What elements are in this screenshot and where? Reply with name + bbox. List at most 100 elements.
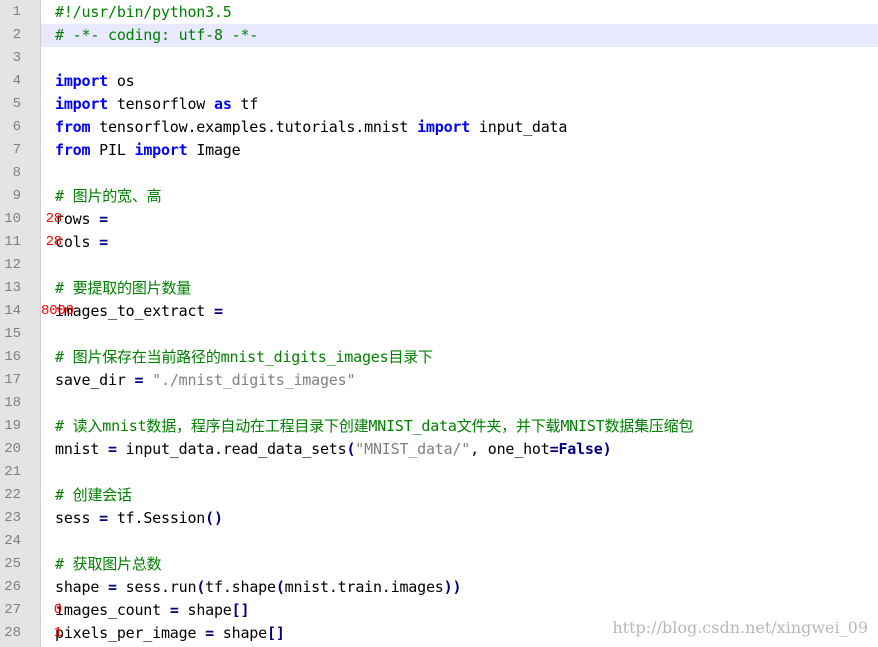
line-number: 4 (12, 73, 21, 89)
code-line[interactable]: 17 save_dir = "./mnist_digits_images" (0, 369, 878, 392)
code-line[interactable]: 23 sess = tf.Session() (0, 507, 878, 530)
code-line[interactable]: 24 (0, 530, 878, 553)
operator-token: = (99, 233, 108, 251)
watermark: http://blog.csdn.net/xingwei_09 (612, 618, 868, 637)
operator-token: = (108, 440, 117, 458)
comment-token: # 获取图片总数 (55, 555, 162, 573)
code-text[interactable]: sess = tf.Session() (41, 507, 878, 530)
keyword-token: from (55, 141, 91, 159)
code-text[interactable]: # 图片保存在当前路径的mnist_digits_images目录下 (41, 346, 878, 369)
code-line[interactable]: 11 cols = 28 (0, 231, 878, 254)
comment-token: #!/usr/bin/python3.5 (55, 3, 232, 21)
number-token: 28 (45, 234, 63, 250)
code-text[interactable]: # 图片的宽、高 (41, 185, 878, 208)
code-line[interactable]: 25 # 获取图片总数 (0, 553, 878, 576)
code-text[interactable]: #!/usr/bin/python3.5 (41, 1, 878, 24)
code-text[interactable]: save_dir = "./mnist_digits_images" (41, 369, 878, 392)
identifier-token: mnist.train.images (284, 578, 444, 596)
code-text[interactable]: # 读入mnist数据，程序自动在工程目录下创建MNIST_data文件夹，并下… (41, 415, 878, 438)
code-line[interactable]: 18 (0, 392, 878, 415)
code-line[interactable]: 8 (0, 162, 878, 185)
line-number: 17 (4, 372, 21, 388)
keyword-token: as (213, 95, 232, 113)
code-text[interactable]: mnist = input_data.read_data_sets("MNIST… (41, 438, 878, 461)
code-editor[interactable]: 1 #!/usr/bin/python3.5 2 # -*- coding: utf-… (0, 0, 878, 647)
identifier-token: PIL (90, 141, 135, 159)
identifier-token (108, 210, 117, 228)
identifier-token: mnist (55, 440, 108, 458)
operator-token: ( (275, 578, 285, 596)
line-number: 12 (4, 257, 21, 273)
comment-token: # 图片保存在当前路径的mnist_digits_images目录下 (55, 348, 433, 366)
code-line[interactable]: 7 from PIL import Image (0, 139, 878, 162)
code-line[interactable]: 4 import os (0, 70, 878, 93)
line-number: 9 (12, 188, 21, 204)
identifier-token: tensorflow.examples.tutorials.mnist (90, 118, 418, 136)
line-number: 28 (4, 625, 21, 641)
identifier-token: tensorflow (108, 95, 214, 113)
code-line[interactable]: 5 import tensorflow as tf (0, 93, 878, 116)
code-line[interactable]: 2 # -*- coding: utf-8 -*- (0, 24, 878, 47)
identifier-token: shape (55, 578, 108, 596)
code-lines[interactable]: 1 #!/usr/bin/python3.5 2 # -*- coding: utf-… (0, 1, 878, 645)
operator-token: ] (240, 601, 250, 619)
code-line[interactable]: 12 (0, 254, 878, 277)
line-number: 26 (4, 579, 21, 595)
code-line[interactable]: 1 #!/usr/bin/python3.5 (0, 1, 878, 24)
operator-token: ( (346, 440, 356, 458)
line-number: 3 (12, 50, 21, 66)
code-text[interactable]: shape = sess.run(tf.shape(mnist.train.im… (41, 576, 878, 599)
code-line[interactable]: 6 from tensorflow.examples.tutorials.mnis… (0, 116, 878, 139)
code-line[interactable]: 14 images_to_extract = 8000 (0, 300, 878, 323)
operator-token: ] (275, 624, 285, 642)
code-line[interactable]: 26 shape = sess.run(tf.shape(mnist.train.… (0, 576, 878, 599)
code-line[interactable]: 9 # 图片的宽、高 (0, 185, 878, 208)
code-line[interactable]: 19 # 读入mnist数据，程序自动在工程目录下创建MNIST_data文件夹，… (0, 415, 878, 438)
identifier-token: pixels_per_image (55, 624, 206, 642)
code-text[interactable]: # 创建会话 (41, 484, 878, 507)
line-number: 20 (4, 441, 21, 457)
comment-token: # 要提取的图片数量 (55, 279, 192, 297)
identifier-token: input_data.read_data_sets (116, 440, 347, 458)
line-number: 10 (4, 211, 21, 227)
string-token: "./mnist_digits_images" (152, 371, 356, 389)
line-number: 23 (4, 510, 21, 526)
code-text[interactable]: from PIL import Image (41, 139, 878, 162)
code-text[interactable]: # 获取图片总数 (41, 553, 878, 576)
code-text[interactable]: import os (41, 70, 878, 93)
identifier-token: tf (231, 95, 259, 113)
line-number: 11 (4, 234, 21, 250)
code-text[interactable]: rows = 28 (41, 208, 878, 231)
identifier-token: shape (213, 624, 267, 642)
code-line[interactable]: 10 rows = 28 (0, 208, 878, 231)
identifier-token: images_count (55, 601, 170, 619)
code-text[interactable]: # -*- coding: utf-8 -*- (41, 24, 878, 47)
line-number: 24 (4, 533, 21, 549)
identifier-token: tf.Session (108, 509, 206, 527)
code-line[interactable]: 3 (0, 47, 878, 70)
constant-token: False (558, 440, 603, 458)
code-line[interactable]: 21 (0, 461, 878, 484)
code-text[interactable]: # 要提取的图片数量 (41, 277, 878, 300)
comment-token: # 图片的宽、高 (55, 187, 162, 205)
operator-token: ) (602, 440, 612, 458)
keyword-token: import (55, 95, 108, 113)
code-line[interactable]: 15 (0, 323, 878, 346)
code-line[interactable]: 16 # 图片保存在当前路径的mnist_digits_images目录下 (0, 346, 878, 369)
operator-token: = (99, 210, 108, 228)
line-number: 5 (12, 96, 21, 112)
identifier-token: images_to_extract (55, 302, 214, 320)
code-line[interactable]: 13 # 要提取的图片数量 (0, 277, 878, 300)
code-text[interactable]: images_to_extract = 8000 (41, 300, 878, 323)
code-line[interactable]: 22 # 创建会话 (0, 484, 878, 507)
code-text[interactable]: from tensorflow.examples.tutorials.mnist… (41, 116, 878, 139)
string-token: "MNIST_data/" (355, 440, 471, 458)
operator-token: = (169, 601, 179, 619)
line-number: 22 (4, 487, 21, 503)
code-text[interactable]: import tensorflow as tf (41, 93, 878, 116)
code-text[interactable]: cols = 28 (41, 231, 878, 254)
code-line[interactable]: 20 mnist = input_data.read_data_sets("MNI… (0, 438, 878, 461)
keyword-token: import (55, 72, 108, 90)
keyword-token: import (134, 141, 188, 159)
operator-token: = (205, 624, 214, 642)
